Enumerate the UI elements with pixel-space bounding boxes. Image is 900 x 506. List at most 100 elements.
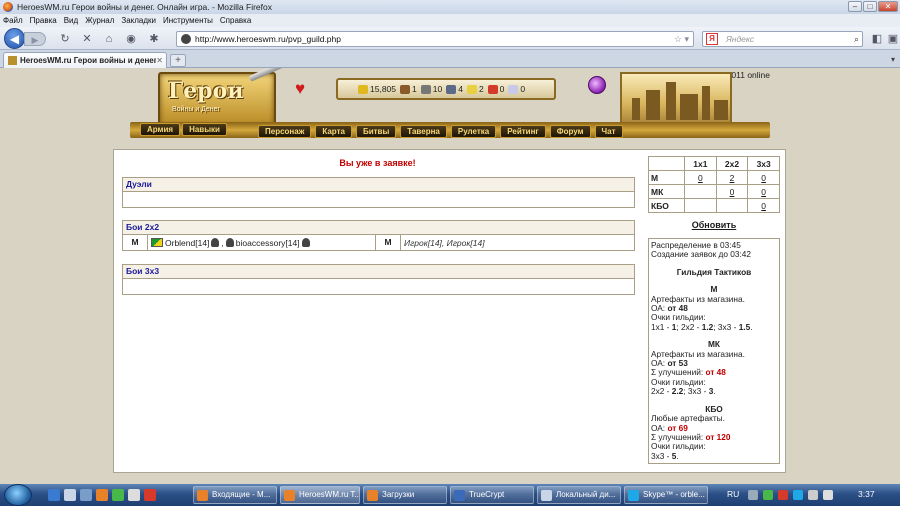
resource-sulfur: 2 bbox=[466, 84, 484, 94]
tray-icon[interactable] bbox=[763, 490, 773, 500]
section-title: Бои 2x2 bbox=[123, 221, 634, 235]
game-logo[interactable]: Герои Войны и Денег bbox=[158, 72, 276, 128]
url-text[interactable]: http://www.heroeswm.ru/pvp_guild.php bbox=[195, 34, 674, 44]
queue-count-link[interactable]: 2 bbox=[730, 173, 735, 183]
new-tab-button[interactable]: + bbox=[170, 54, 186, 67]
yandex-icon[interactable]: Я bbox=[706, 33, 718, 45]
network-icon[interactable] bbox=[808, 490, 818, 500]
refresh-link[interactable]: Обновить bbox=[648, 220, 780, 230]
sulfur-icon bbox=[466, 84, 477, 94]
toolbar-extra-icon[interactable]: ◧ bbox=[870, 32, 884, 46]
stop-icon[interactable]: ✕ bbox=[80, 32, 94, 46]
queue-count-link[interactable]: 0 bbox=[761, 173, 766, 183]
menu-history[interactable]: Журнал bbox=[85, 16, 114, 25]
skype-tray-icon[interactable] bbox=[793, 490, 803, 500]
firefox-quicklaunch-icon[interactable] bbox=[96, 489, 108, 501]
guild-info-box: Распределение в 03:45 Создание заявок до… bbox=[648, 238, 780, 464]
search-icon[interactable]: ⌕ bbox=[854, 34, 859, 45]
search-input[interactable]: Яндекс bbox=[726, 34, 854, 44]
address-bar[interactable]: http://www.heroeswm.ru/pvp_guild.php ☆ ▾ bbox=[176, 31, 694, 47]
menu-view[interactable]: Вид bbox=[64, 16, 78, 25]
menu-bookmarks[interactable]: Закладки bbox=[121, 16, 156, 25]
nav-character[interactable]: Персонаж bbox=[258, 125, 312, 138]
logo-subtitle: Войны и Денег bbox=[172, 106, 221, 113]
player-name[interactable]: Orblend[14] bbox=[165, 238, 209, 248]
battle-type-left: М bbox=[123, 235, 148, 250]
tab-close-icon[interactable]: ✕ bbox=[156, 56, 163, 65]
taskbar-item[interactable]: Входящие - M... bbox=[193, 486, 277, 504]
tab-favicon bbox=[8, 56, 17, 65]
queue-count-link[interactable]: 0 bbox=[698, 173, 703, 183]
bookmark-manager-icon[interactable]: ◉ bbox=[124, 32, 138, 46]
volume-icon[interactable] bbox=[823, 490, 833, 500]
tab-list-icon[interactable]: ▾ bbox=[891, 55, 895, 64]
menu-bar: Файл Правка Вид Журнал Закладки Инструме… bbox=[0, 14, 900, 27]
taskbar-item[interactable]: Загрузки bbox=[363, 486, 447, 504]
show-desktop-icon[interactable] bbox=[48, 489, 60, 501]
taskbar-item[interactable]: HeroesWM.ru T... bbox=[280, 486, 360, 504]
quicklaunch-icon[interactable] bbox=[144, 489, 156, 501]
crystal-icon bbox=[487, 84, 498, 94]
quicklaunch-icon[interactable] bbox=[80, 489, 92, 501]
start-button[interactable] bbox=[4, 484, 32, 506]
nav-chat[interactable]: Чат bbox=[594, 125, 623, 138]
quicklaunch-icon[interactable] bbox=[64, 489, 76, 501]
clan-flag-icon bbox=[151, 238, 163, 247]
folder-icon bbox=[541, 490, 552, 501]
tray-icon[interactable] bbox=[778, 490, 788, 500]
minimize-button[interactable]: – bbox=[848, 1, 862, 12]
nav-roulette[interactable]: Рулетка bbox=[450, 125, 497, 138]
menu-help[interactable]: Справка bbox=[220, 16, 251, 25]
tab-title: HeroesWM.ru Герои войны и денег... bbox=[20, 56, 157, 65]
toolbar-extra-icon-2[interactable]: ▣ bbox=[886, 32, 900, 46]
language-indicator[interactable]: RU bbox=[727, 489, 739, 499]
nav-skills[interactable]: Навыки bbox=[182, 123, 227, 136]
table-header-row: 1x1 2x2 3x3 bbox=[648, 156, 780, 171]
bookmark-star-icon[interactable]: ☆ ▾ bbox=[674, 34, 689, 45]
nav-forum[interactable]: Форум bbox=[549, 125, 591, 138]
section-title: Дуэли bbox=[123, 178, 634, 192]
addon-icon[interactable]: ✱ bbox=[147, 32, 161, 46]
home-icon[interactable]: ⌂ bbox=[102, 32, 116, 46]
quicklaunch-icon[interactable] bbox=[112, 489, 124, 501]
back-button[interactable]: ◀ bbox=[4, 28, 25, 49]
nav-map[interactable]: Карта bbox=[315, 125, 352, 138]
nav-tavern[interactable]: Таверна bbox=[400, 125, 447, 138]
resource-wood: 1 bbox=[400, 84, 417, 94]
nav-army[interactable]: Армия bbox=[140, 123, 181, 136]
nav-rating[interactable]: Рейтинг bbox=[500, 125, 546, 138]
column-3x3: 3x3 bbox=[747, 156, 780, 171]
queue-count-link[interactable]: 0 bbox=[761, 201, 766, 211]
gems-icon bbox=[508, 84, 519, 94]
menu-tools[interactable]: Инструменты bbox=[163, 16, 213, 25]
tray-icon[interactable] bbox=[748, 490, 758, 500]
menu-file[interactable]: Файл bbox=[3, 16, 23, 25]
nav-battles[interactable]: Битвы bbox=[355, 125, 397, 138]
queue-count-link[interactable]: 0 bbox=[730, 187, 735, 197]
forward-button[interactable]: ▶ bbox=[24, 32, 46, 46]
mk-points: 2x2 - 2.2; 3x3 - 3. bbox=[651, 386, 716, 397]
resource-gems: 0 bbox=[508, 84, 525, 94]
wood-icon bbox=[400, 84, 410, 94]
window-titlebar: HeroesWM.ru Герои войны и денег. Онлайн … bbox=[0, 0, 900, 14]
health-heart-icon[interactable]: ♥ bbox=[295, 80, 305, 97]
creation-deadline: Создание заявок до 03:42 bbox=[651, 249, 752, 260]
faction-icon bbox=[301, 238, 310, 247]
reload-icon[interactable]: ↻ bbox=[58, 32, 72, 46]
taskbar-item[interactable]: Локальный ди... bbox=[537, 486, 621, 504]
queue-count-link[interactable]: 0 bbox=[761, 187, 766, 197]
menu-edit[interactable]: Правка bbox=[30, 16, 57, 25]
mana-potion-icon[interactable] bbox=[588, 76, 606, 94]
truecrypt-icon bbox=[454, 490, 465, 501]
player-name[interactable]: bioaccessory[14] bbox=[236, 238, 300, 248]
quicklaunch-icon[interactable] bbox=[128, 489, 140, 501]
m-points: 1x1 - 1; 2x2 - 1.2; 3x3 - 1.5. bbox=[651, 321, 753, 332]
taskbar-item[interactable]: TrueCrypt bbox=[450, 486, 534, 504]
taskbar-item[interactable]: Skype™ - orble... bbox=[624, 486, 708, 504]
firefox-icon bbox=[284, 490, 295, 501]
maximize-button[interactable]: □ bbox=[863, 1, 877, 12]
search-bar[interactable]: Я Яндекс ⌕ bbox=[702, 31, 863, 47]
close-window-button[interactable]: ✕ bbox=[878, 1, 898, 12]
firefox-icon bbox=[197, 490, 208, 501]
tab-heroeswm[interactable]: HeroesWM.ru Герои войны и денег... ✕ bbox=[3, 52, 167, 68]
